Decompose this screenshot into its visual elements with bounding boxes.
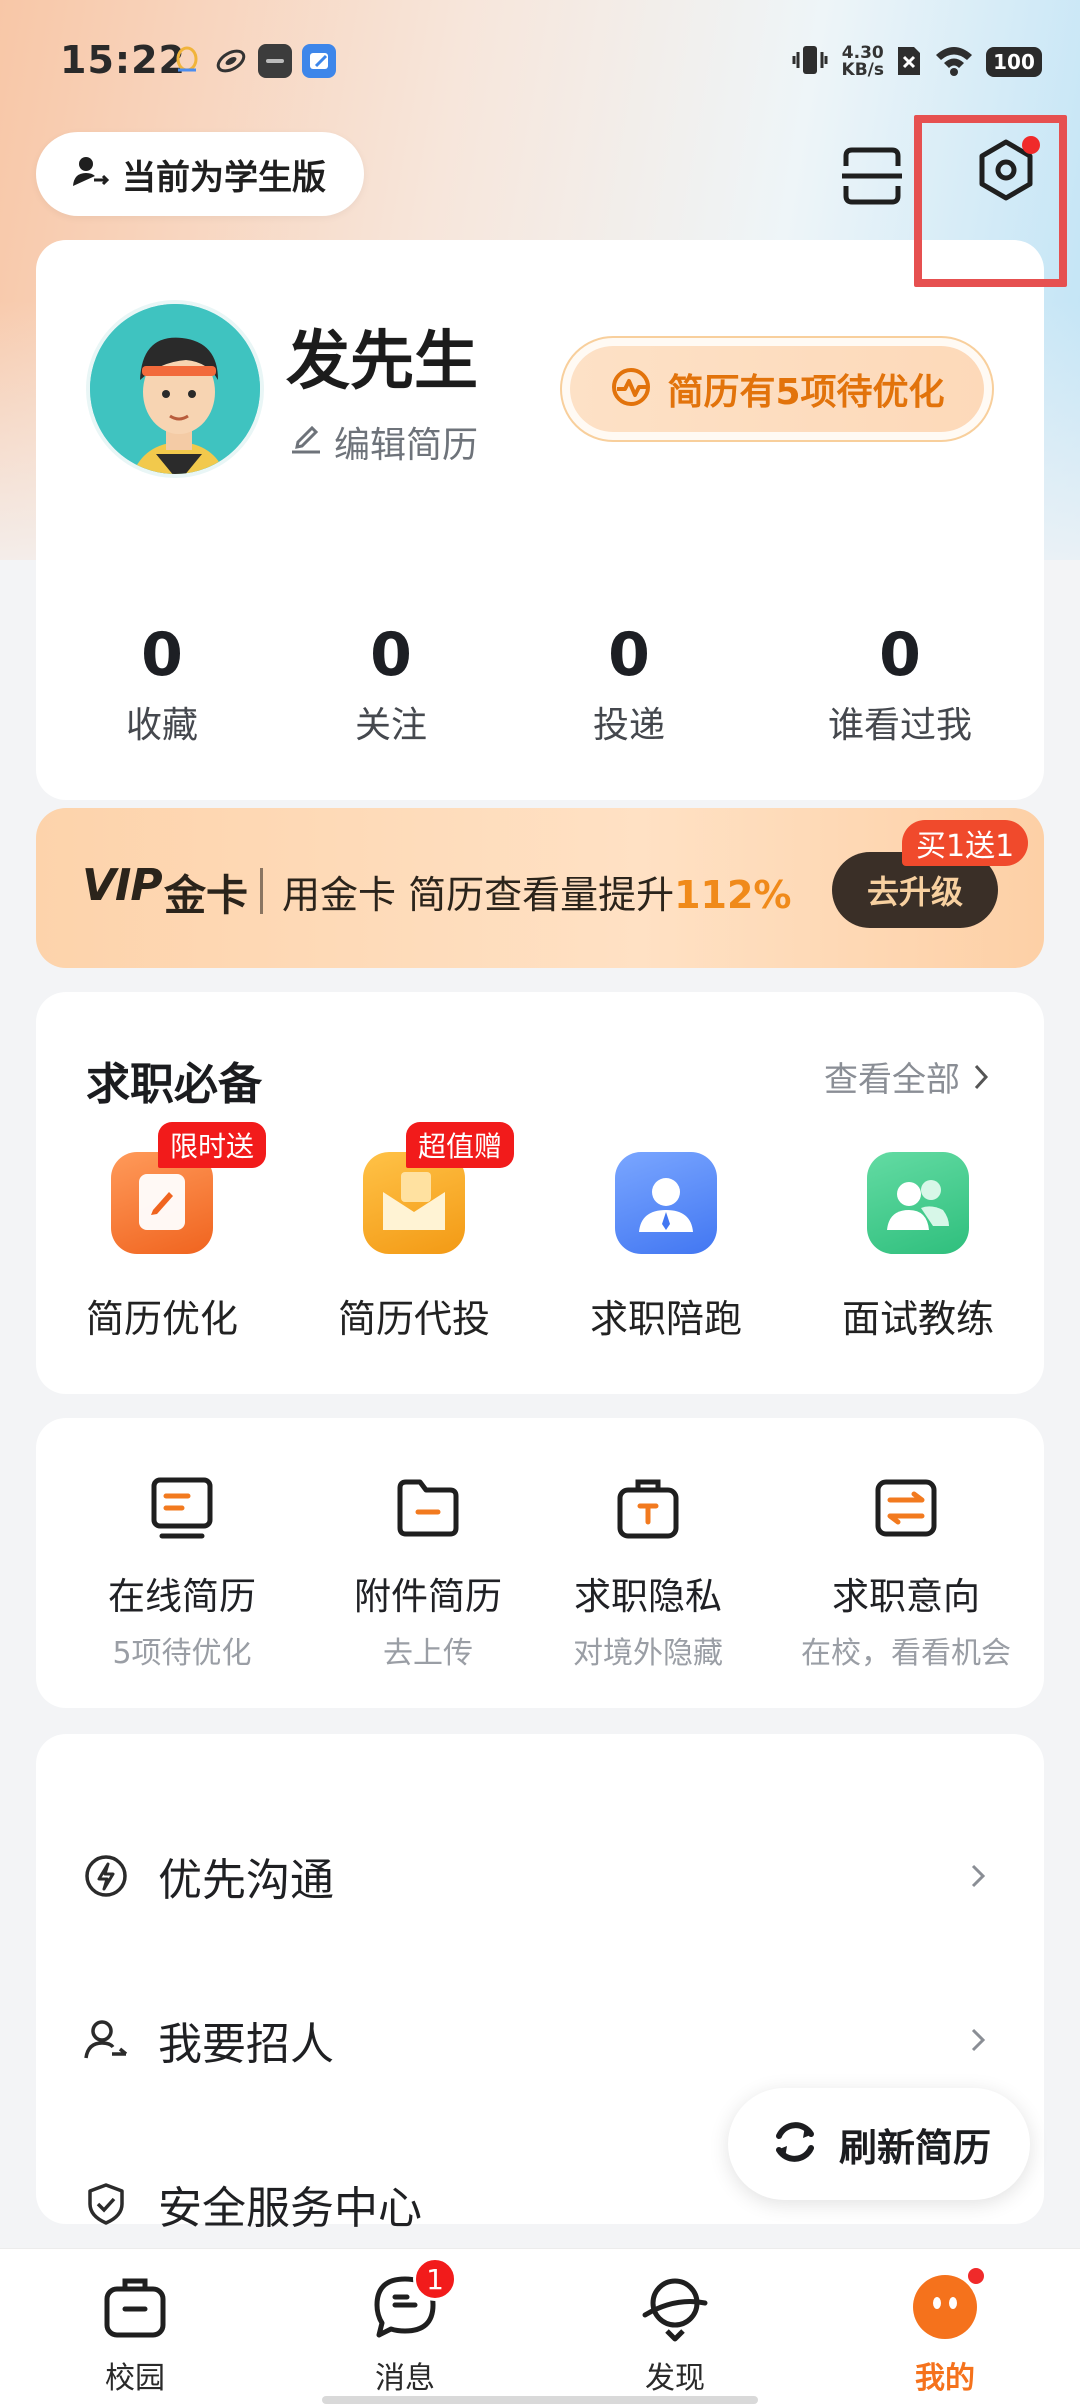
messages-badge: 1 bbox=[413, 2257, 457, 2301]
coach-person-icon bbox=[615, 1152, 717, 1254]
stat-favorites[interactable]: 0 收藏 bbox=[36, 620, 288, 748]
essential-interview-coach[interactable]: 面试教练 bbox=[792, 1152, 1044, 1343]
battery-indicator: 100 bbox=[986, 47, 1042, 77]
shield-check-icon bbox=[82, 2180, 130, 2228]
refresh-icon bbox=[767, 2114, 823, 2174]
vip-gold-label: 金卡 bbox=[164, 871, 249, 920]
highlight-box bbox=[914, 115, 1067, 287]
scan-button[interactable] bbox=[836, 140, 908, 212]
wifi-icon bbox=[934, 43, 974, 81]
network-speed: 4.30 KB/s bbox=[841, 43, 884, 80]
essential-resume-optimize[interactable]: 限时送 简历优化 bbox=[36, 1122, 288, 1343]
chevron-right-icon bbox=[974, 1064, 989, 1089]
qq-notification-icon bbox=[170, 44, 204, 78]
view-all-link[interactable]: 查看全部 bbox=[824, 1052, 992, 1101]
resume-optimize-label: 简历有5项待优化 bbox=[667, 372, 945, 413]
nav-campus[interactable]: 校园 bbox=[0, 2249, 270, 2408]
menu-priority-communication[interactable]: 优先沟通 bbox=[36, 1816, 1044, 1936]
edit-resume-link[interactable]: 编辑简历 bbox=[288, 416, 478, 468]
nav-discover[interactable]: 发现 bbox=[540, 2249, 810, 2408]
me-notification-dot bbox=[965, 2265, 987, 2287]
avatar[interactable] bbox=[86, 300, 264, 478]
vip-promo-text: 用金卡 简历查看量提升112% bbox=[282, 873, 792, 917]
essential-resume-delivery[interactable]: 超值赠 简历代投 bbox=[288, 1122, 540, 1343]
vip-logo: VIP bbox=[82, 860, 163, 911]
pencil-icon bbox=[288, 420, 324, 465]
status-bar: 15:22 4.30 KB/s 100 bbox=[0, 0, 1080, 120]
edit-resume-label: 编辑简历 bbox=[334, 425, 479, 466]
intention-icon bbox=[868, 1470, 944, 1546]
essentials-title: 求职必备 bbox=[86, 1059, 262, 1110]
tool-job-privacy[interactable]: 求职隐私 对境外隐藏 bbox=[528, 1470, 768, 1672]
nav-messages[interactable]: 1 消息 bbox=[270, 2249, 540, 2408]
online-resume-icon bbox=[144, 1470, 220, 1546]
status-time: 15:22 bbox=[60, 38, 186, 82]
interview-people-icon bbox=[867, 1152, 969, 1254]
job-essentials-card: 求职必备 查看全部 限时送 简历优化 超值赠 简历代投 求职陪跑 面试教练 bbox=[36, 992, 1044, 1394]
nav-me[interactable]: 我的 bbox=[810, 2249, 1080, 2408]
chat-bubble-icon: 1 bbox=[367, 2257, 457, 2345]
vibrate-icon bbox=[790, 40, 830, 84]
folder-icon bbox=[390, 1470, 466, 1546]
resume-tools-card: 在线简历 5项待优化 附件简历 去上传 求职隐私 对境外隐藏 求职意向 在校，看… bbox=[36, 1418, 1044, 1708]
tool-job-intention[interactable]: 求职意向 在校，看看机会 bbox=[768, 1470, 1044, 1672]
tool-attachment-resume[interactable]: 附件简历 去上传 bbox=[328, 1470, 528, 1672]
essential-badge-value: 超值赠 bbox=[406, 1122, 515, 1168]
tool-online-resume[interactable]: 在线简历 5项待优化 bbox=[36, 1470, 328, 1672]
stat-following[interactable]: 0 关注 bbox=[288, 620, 494, 748]
essential-badge-limited: 限时送 bbox=[158, 1122, 267, 1168]
chevron-right-icon bbox=[964, 2026, 992, 2054]
resume-health-icon bbox=[609, 365, 653, 413]
app-notification-icon bbox=[214, 44, 248, 78]
refresh-resume-label: 刷新简历 bbox=[838, 2125, 991, 2170]
mascot-face-icon bbox=[907, 2265, 987, 2345]
menu-recruit[interactable]: 我要招人 bbox=[36, 1980, 1044, 2100]
profile-card: 发先生 编辑简历 简历有5项待优化 0 收藏 0 关注 0 投递 0 谁看过我 bbox=[36, 240, 1044, 800]
refresh-resume-button[interactable]: 刷新简历 bbox=[728, 2088, 1030, 2200]
privacy-bag-icon bbox=[610, 1470, 686, 1546]
scan-icon bbox=[842, 147, 902, 205]
briefcase-icon bbox=[97, 2269, 173, 2345]
user-name: 发先生 bbox=[286, 325, 478, 399]
home-indicator bbox=[322, 2396, 758, 2404]
lightning-icon bbox=[82, 1852, 130, 1900]
switch-user-icon bbox=[70, 152, 110, 196]
bottom-nav: 校园 1 消息 发现 我的 bbox=[0, 2248, 1080, 2408]
student-mode-button[interactable]: 当前为学生版 bbox=[36, 132, 364, 216]
stat-viewers[interactable]: 0 谁看过我 bbox=[764, 620, 1036, 748]
stat-applications[interactable]: 0 投递 bbox=[494, 620, 764, 748]
chevron-right-icon bbox=[964, 1862, 992, 1890]
essential-job-coach[interactable]: 求职陪跑 bbox=[540, 1152, 792, 1343]
planet-icon bbox=[637, 2269, 713, 2345]
vip-divider bbox=[260, 868, 263, 914]
resume-optimize-button[interactable]: 简历有5项待优化 bbox=[560, 336, 994, 442]
student-mode-label: 当前为学生版 bbox=[122, 157, 326, 198]
recruit-person-icon bbox=[82, 2016, 130, 2064]
vivo-notification-icon bbox=[258, 44, 292, 78]
no-sim-icon bbox=[896, 43, 922, 81]
notes-notification-icon bbox=[302, 44, 336, 78]
vip-promo-tag: 买1送1 bbox=[902, 820, 1029, 866]
vip-banner[interactable]: VIP 金卡 用金卡 简历查看量提升112% 去升级 买1送1 bbox=[36, 808, 1044, 968]
